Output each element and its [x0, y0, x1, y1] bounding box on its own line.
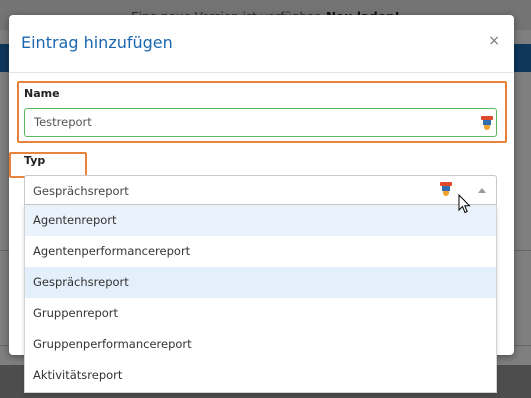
type-dropdown-list: Agentenreport Agentenperformancereport G…: [24, 205, 497, 393]
dropdown-option[interactable]: Gruppenperformancereport: [25, 329, 496, 360]
name-input[interactable]: Testreport: [24, 108, 497, 137]
lastpass-icon[interactable]: [481, 116, 493, 130]
type-label: Typ: [24, 154, 46, 167]
dropdown-option[interactable]: Aktivitätsreport: [25, 360, 496, 391]
caret-up-icon[interactable]: [478, 188, 486, 193]
type-select[interactable]: Gesprächsreport: [24, 175, 497, 205]
close-button[interactable]: ×: [488, 33, 500, 49]
mouse-cursor-icon: [458, 194, 471, 214]
dropdown-option[interactable]: Gruppenreport: [25, 298, 496, 329]
modal-header: Eintrag hinzufügen ×: [9, 15, 514, 73]
dropdown-option[interactable]: Agentenreport: [25, 205, 496, 236]
lastpass-icon[interactable]: [440, 182, 452, 196]
type-select-value: Gesprächsreport: [33, 184, 129, 198]
dropdown-option[interactable]: Agentenperformancereport: [25, 236, 496, 267]
name-label: Name: [24, 87, 60, 100]
name-input-value: Testreport: [34, 115, 92, 129]
modal-title: Eintrag hinzufügen: [21, 33, 173, 52]
dropdown-option[interactable]: Gesprächsreport: [25, 267, 496, 298]
